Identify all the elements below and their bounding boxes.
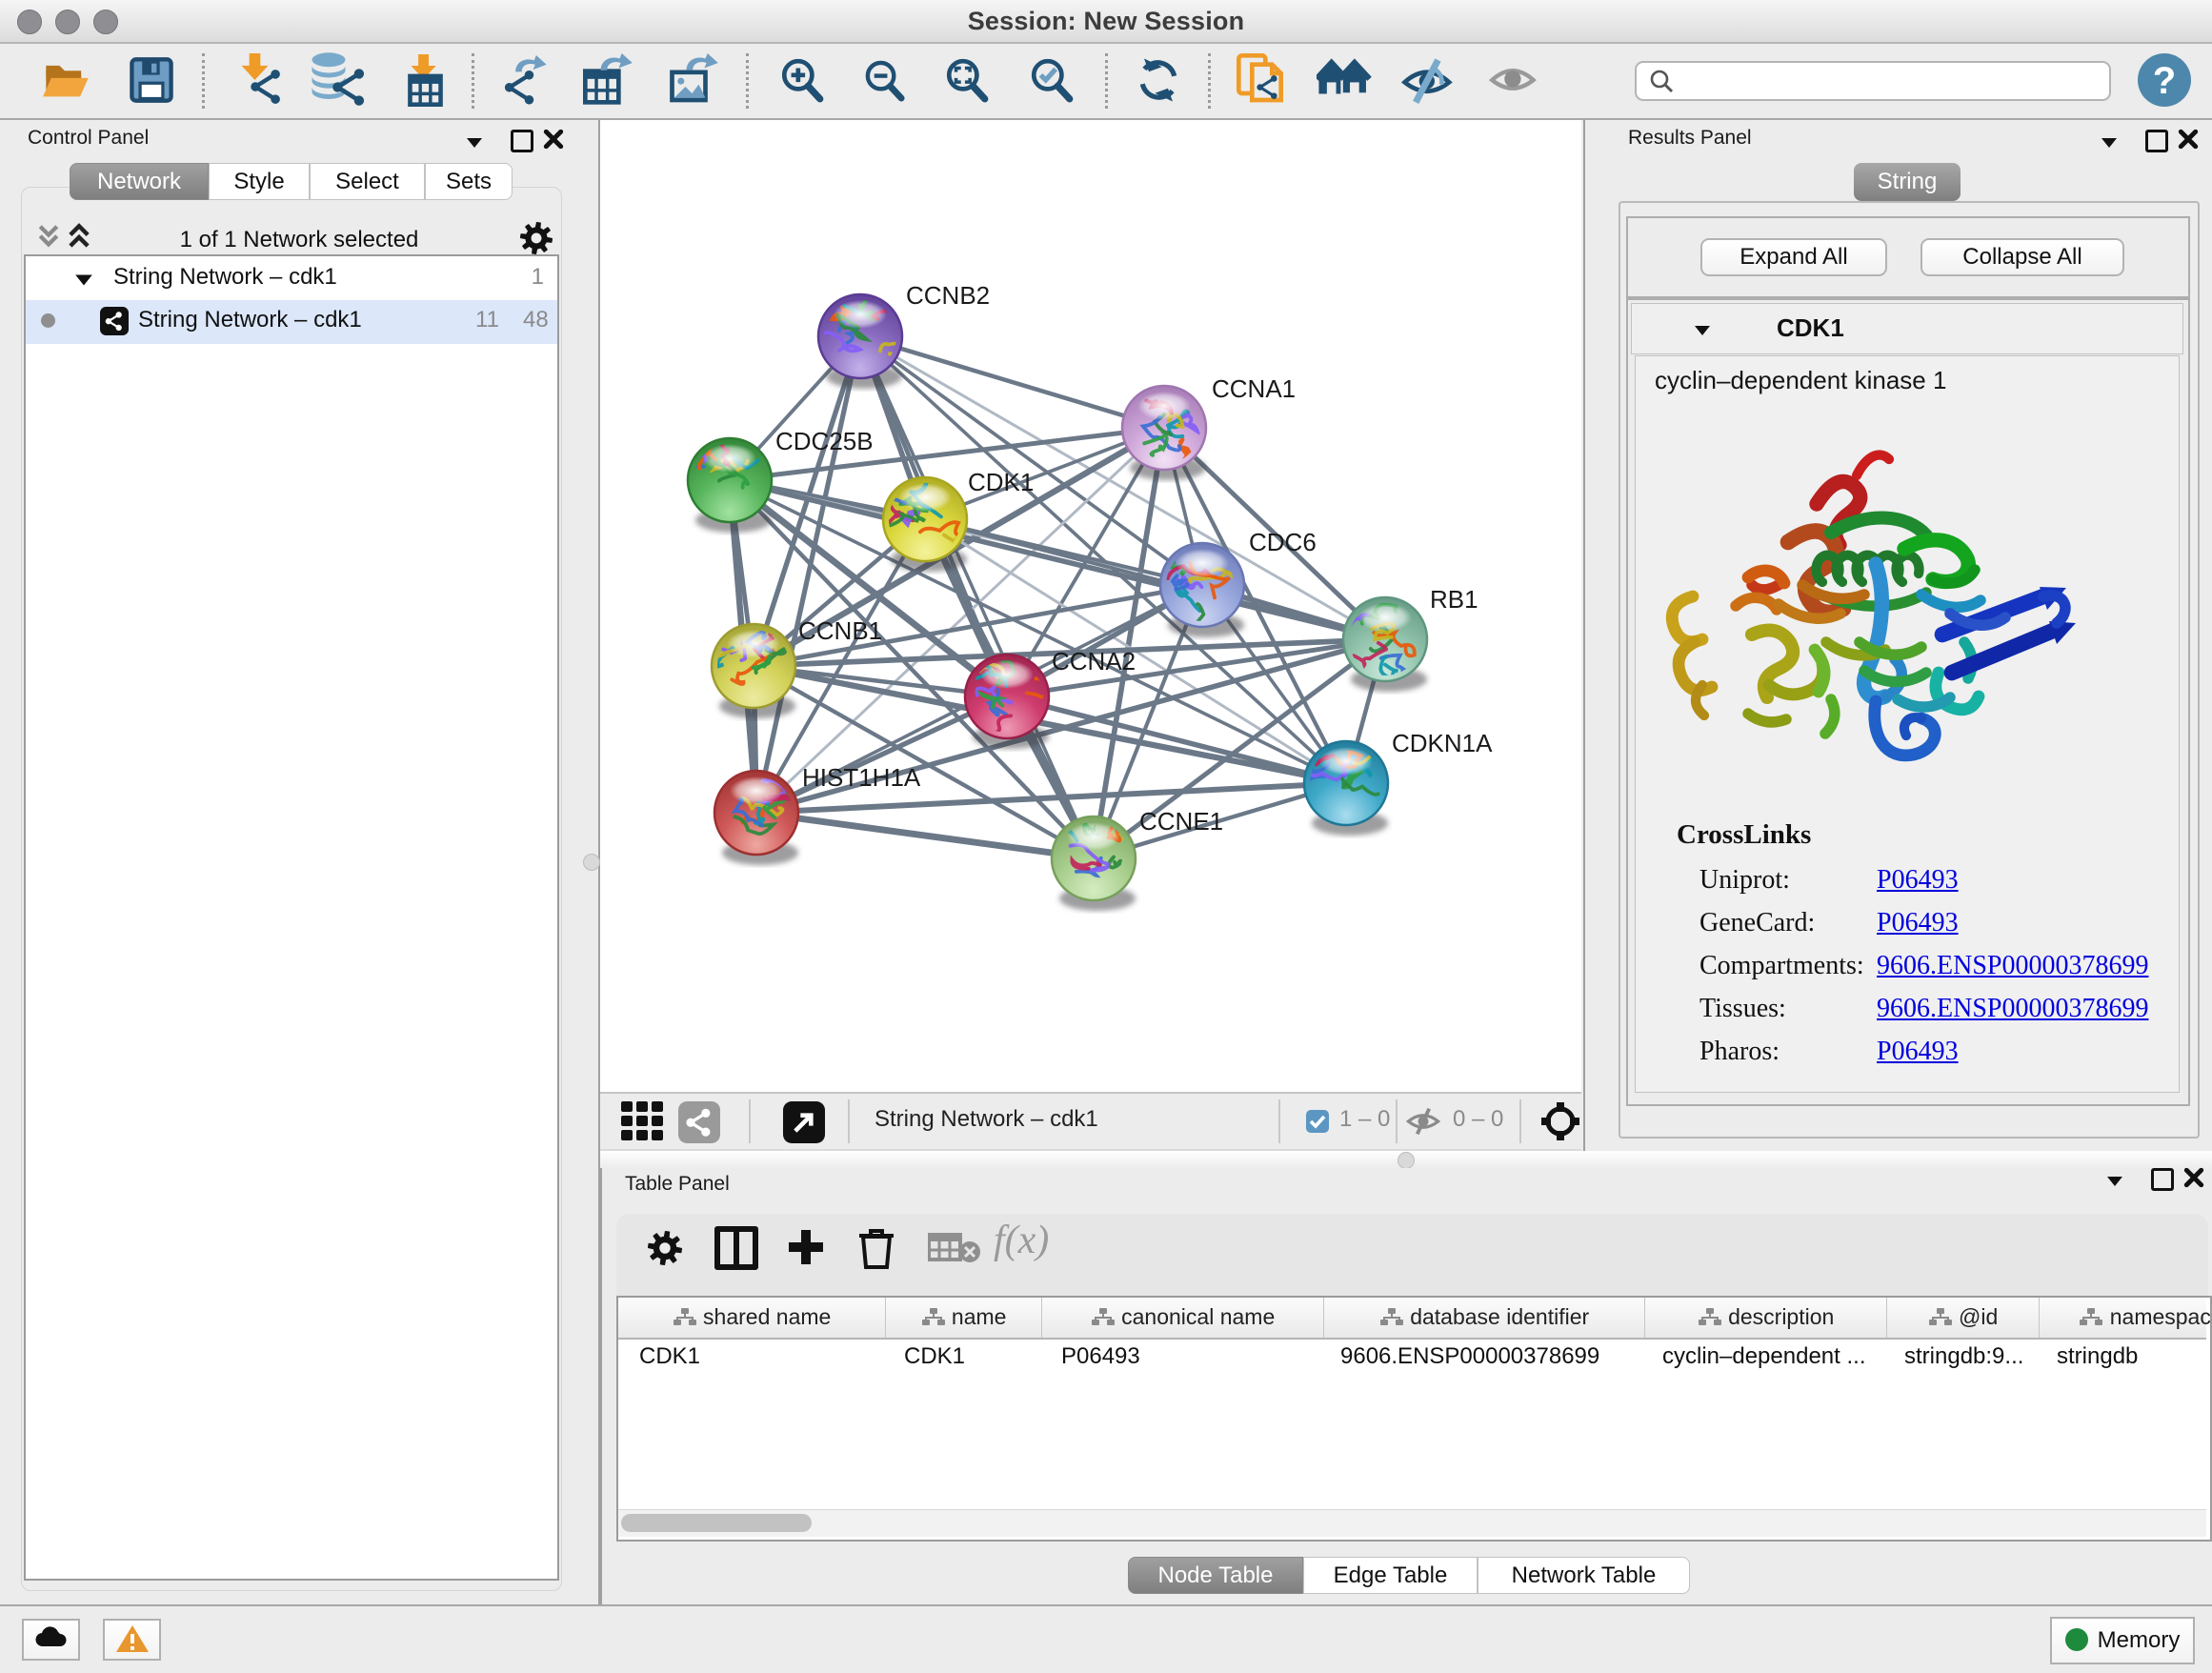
svg-text:CDKN1A: CDKN1A bbox=[1392, 729, 1493, 757]
svg-text:CCNA1: CCNA1 bbox=[1212, 374, 1296, 403]
svg-text:CDC25B: CDC25B bbox=[775, 427, 874, 455]
svg-text:HIST1H1A: HIST1H1A bbox=[802, 763, 921, 792]
svg-text:CCNA2: CCNA2 bbox=[1052, 647, 1136, 675]
svg-text:CCNE1: CCNE1 bbox=[1139, 807, 1223, 836]
svg-text:CDK1: CDK1 bbox=[968, 468, 1034, 496]
svg-text:CCNB1: CCNB1 bbox=[798, 616, 882, 645]
svg-text:CDC6: CDC6 bbox=[1249, 528, 1317, 556]
svg-text:?: ? bbox=[2153, 60, 2176, 102]
svg-text:CCNB2: CCNB2 bbox=[906, 281, 990, 310]
svg-text:RB1: RB1 bbox=[1430, 585, 1478, 614]
